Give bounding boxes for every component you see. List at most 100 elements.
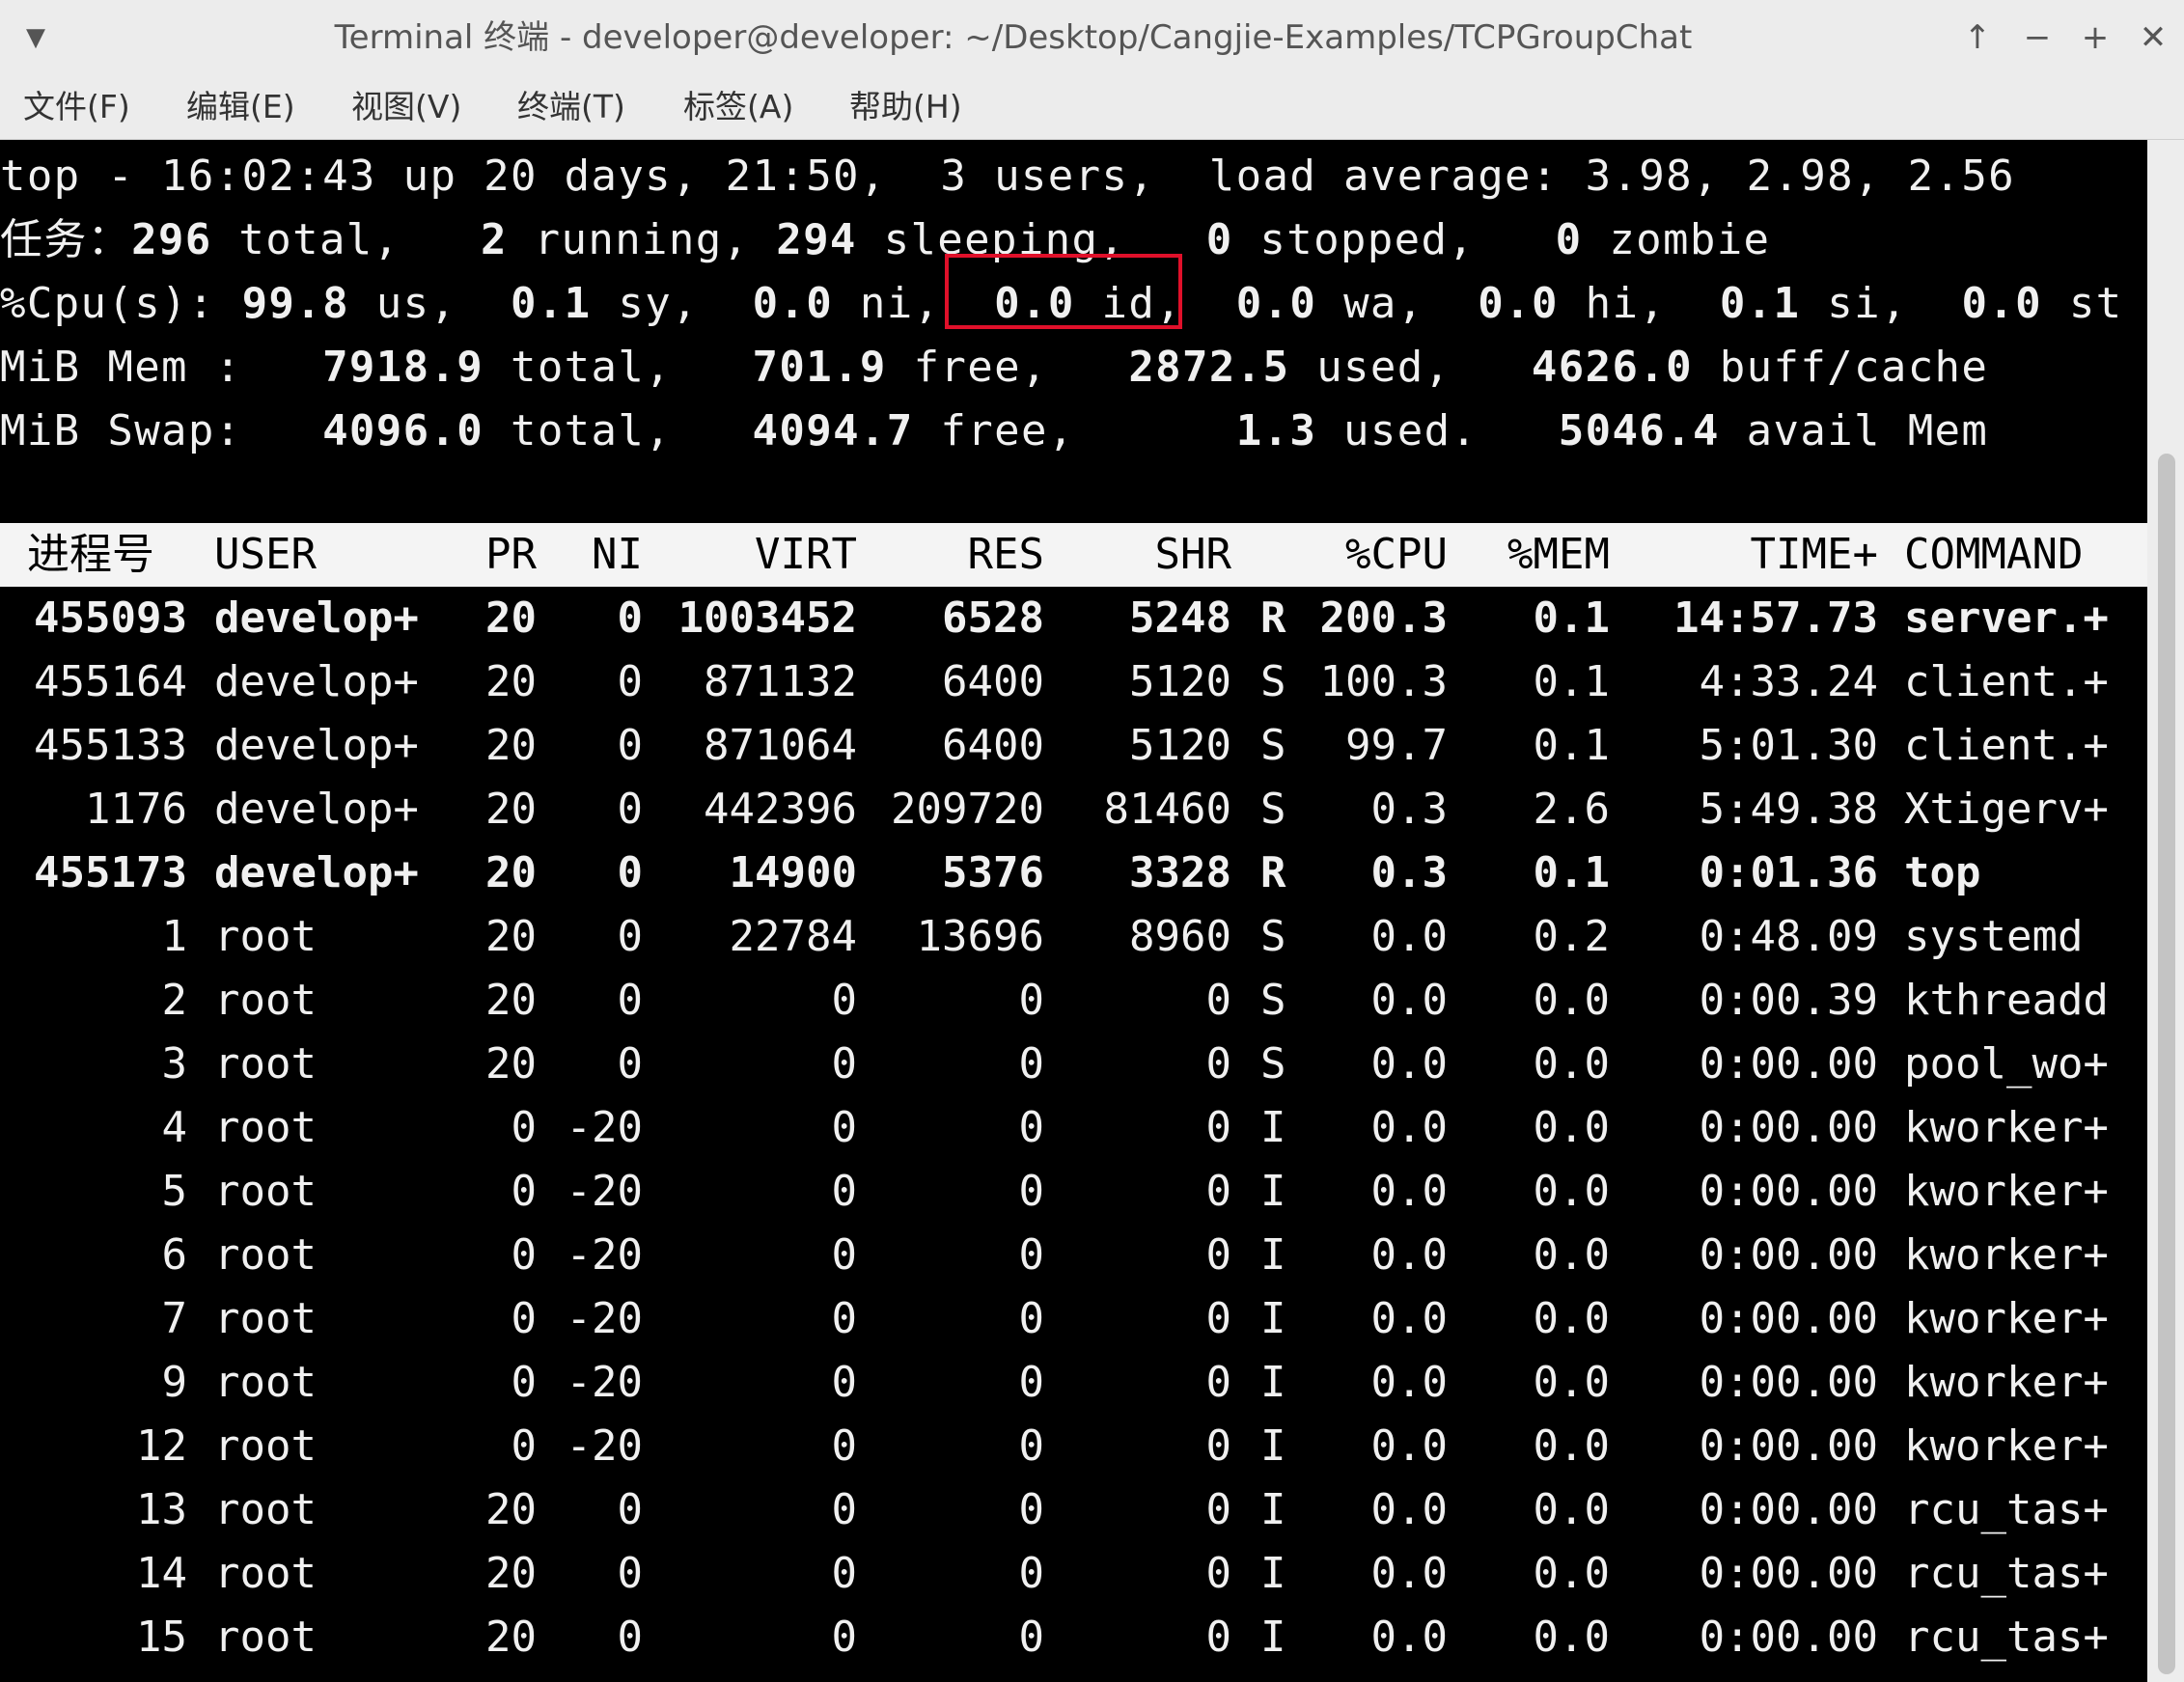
cell-shr: 8960 [1129,912,1231,961]
cell-mem: 0.2 [1533,912,1610,961]
cell-s: I [1260,1294,1286,1343]
cell-s: I [1260,1485,1286,1534]
scroll-up-icon[interactable]: ↑ [1953,14,2002,62]
cell-pid: 7 [161,1294,188,1343]
cell-virt: 0 [831,1358,858,1407]
table-row: 7 root 0 -20 0 0 0 I 0.0 0.0 0:00.00 kworker+ [0,1287,2147,1351]
cell-s: I [1260,1230,1286,1280]
cell-pr: 20 [485,657,537,706]
cell-shr: 5120 [1129,721,1231,770]
cell-pid: 9 [161,1358,188,1407]
cell-virt: 442396 [704,785,857,834]
menu-edit[interactable]: 编辑(E) [186,75,295,139]
cell-cpu: 100.3 [1319,657,1448,706]
summary-tasks-line: 任务：296 total, 2 running, 294 sleeping, 0… [0,215,1771,264]
cell-s: I [1260,1421,1286,1471]
cell-cmd: client.+ [1904,657,2109,706]
cell-pid: 455164 [34,657,187,706]
cell-mem: 0.0 [1533,1230,1610,1280]
cell-ni: -20 [566,1358,643,1407]
cell-user: root [214,976,317,1025]
menu-view[interactable]: 视图(V) [351,75,461,139]
cell-cpu: 0.0 [1370,1294,1448,1343]
cell-mem: 0.0 [1533,1294,1610,1343]
cell-res: 5376 [942,848,1044,897]
cell-virt: 0 [831,1230,858,1280]
cell-cmd: kworker+ [1904,1294,2109,1343]
cell-user: develop+ [214,785,419,834]
cell-virt: 0 [831,1039,858,1089]
maximize-icon[interactable]: + [2071,14,2119,62]
cell-cpu: 0.0 [1370,1549,1448,1598]
cell-time: 5:01.30 [1699,721,1878,770]
cell-cmd: top [1904,848,1981,897]
cell-time: 0:00.00 [1699,1167,1878,1216]
cell-s: I [1260,1549,1286,1598]
cell-ni: -20 [566,1103,643,1152]
menu-file[interactable]: 文件(F) [23,75,130,139]
cell-s: R [1260,593,1286,643]
cell-pid: 455133 [34,721,187,770]
menu-terminal[interactable]: 终端(T) [517,75,625,139]
cell-ni: 0 [617,912,644,961]
table-row: 14 root 20 0 0 0 0 I 0.0 0.0 0:00.00 rcu_tas+ [0,1542,2147,1606]
column-header-s [1260,523,1293,587]
column-header-shr: SHR [1154,530,1231,579]
table-row: 455133 develop+ 20 0 871064 6400 5120 S 99.7 0.1 5… [0,714,2147,778]
cell-pr: 0 [511,1230,538,1280]
cell-res: 13696 [916,912,1044,961]
cell-s: I [1260,1167,1286,1216]
cell-virt: 0 [831,1613,858,1662]
column-header-time: TIME+ [1750,530,1878,579]
close-icon[interactable]: ✕ [2129,14,2177,62]
scrollbar-thumb[interactable] [2158,454,2175,1674]
cell-res: 0 [1018,1294,1045,1343]
menu-tabs[interactable]: 标签(A) [683,75,793,139]
cell-ni: 0 [617,1039,644,1089]
cell-user: root [214,1421,317,1471]
minimize-icon[interactable]: − [2013,14,2061,62]
cell-cmd: kworker+ [1904,1103,2109,1152]
table-row: 15 root 20 0 0 0 0 I 0.0 0.0 0:00.00 rcu_tas+ [0,1606,2147,1669]
cell-s: S [1260,657,1286,706]
cell-cmd: rcu_tas+ [1904,1485,2109,1534]
cell-mem: 0.0 [1533,1358,1610,1407]
cell-time: 0:00.00 [1699,1421,1878,1471]
cell-pr: 20 [485,1549,537,1598]
cell-cmd: kworker+ [1904,1230,2109,1280]
cell-s: S [1260,721,1286,770]
cell-virt: 0 [831,1485,858,1534]
cell-ni: 0 [617,721,644,770]
cell-pid: 15 [136,1613,187,1662]
cell-cpu: 0.0 [1370,1230,1448,1280]
table-row: 13 root 20 0 0 0 0 I 0.0 0.0 0:00.00 rcu_tas+ [0,1478,2147,1542]
window-menu-icon[interactable]: ▼ [12,14,60,62]
cell-cmd: Xtigerv+ [1904,785,2109,834]
cell-res: 0 [1018,1485,1045,1534]
cell-shr: 0 [1205,1039,1232,1089]
cell-pid: 1 [161,912,188,961]
terminal-output[interactable]: top - 16:02:43 up 20 days, 21:50, 3 user… [0,140,2147,1682]
cell-mem: 0.1 [1533,657,1610,706]
cell-ni: -20 [566,1294,643,1343]
cell-mem: 0.0 [1533,1167,1610,1216]
cell-user: develop+ [214,657,419,706]
cell-mem: 0.0 [1533,1103,1610,1152]
cell-res: 0 [1018,1167,1045,1216]
cell-user: root [214,1103,317,1152]
cell-cpu: 0.0 [1370,1103,1448,1152]
cell-pid: 12 [136,1421,187,1471]
cell-virt: 22784 [729,912,857,961]
table-row: 1176 develop+ 20 0 442396 209720 81460 S 0.3 2.6 5… [0,778,2147,841]
cell-pr: 20 [485,1613,537,1662]
cell-cpu: 0.0 [1370,1485,1448,1534]
cell-s: S [1260,912,1286,961]
menu-help[interactable]: 帮助(H) [849,75,962,139]
table-row: 5 root 0 -20 0 0 0 I 0.0 0.0 0:00.00 kworker+ [0,1160,2147,1224]
cell-pr: 0 [511,1358,538,1407]
cell-pr: 0 [511,1421,538,1471]
cell-pr: 20 [485,721,537,770]
cell-res: 0 [1018,1039,1045,1089]
column-header-res: RES [967,530,1044,579]
table-row: 2 root 20 0 0 0 0 S 0.0 0.0 0:00.39 kthreadd [0,969,2147,1033]
